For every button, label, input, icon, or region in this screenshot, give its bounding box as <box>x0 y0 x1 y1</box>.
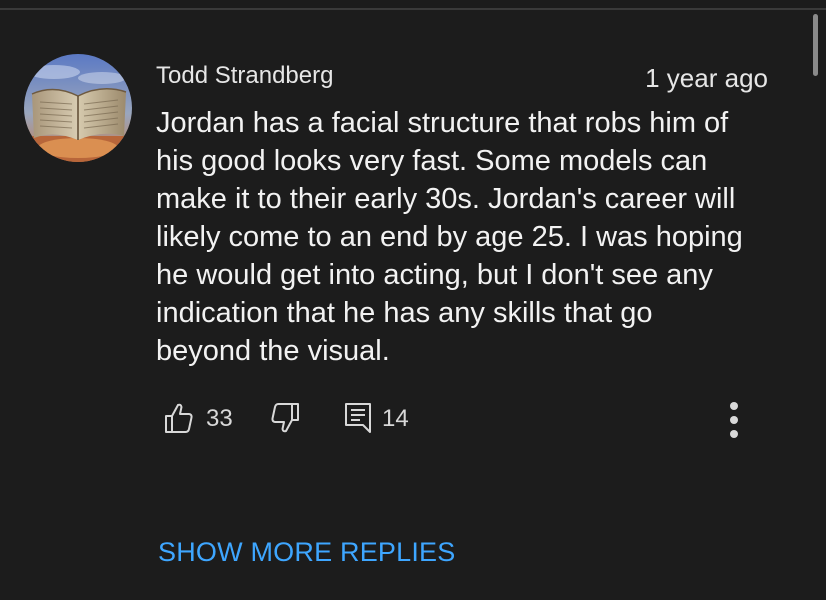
open-book-avatar-icon <box>24 54 132 162</box>
avatar[interactable] <box>24 54 132 162</box>
comment-text-line: Jordan has a facial structure that robs … <box>156 107 729 139</box>
comment-timestamp[interactable]: 1 year ago <box>645 62 768 94</box>
show-more-replies-link[interactable]: SHOW MORE REPLIES <box>158 534 455 570</box>
dislike-button[interactable] <box>270 398 302 440</box>
more-dot <box>730 416 738 424</box>
comment-text-line: beyond the visual. <box>156 335 390 367</box>
comment-author[interactable]: Todd Strandberg <box>156 60 333 92</box>
comment-icon <box>345 403 371 433</box>
comment-text: Jordan has a facial structure that robs … <box>156 104 786 370</box>
like-button[interactable]: 33 <box>164 398 240 440</box>
comment-text-line: make it to their early 30s. Jordan's car… <box>156 183 736 215</box>
comment-text-line: likely come to an end by age 25. I was h… <box>156 221 743 253</box>
more-dot <box>730 430 738 438</box>
reply-count: 14 <box>382 405 409 432</box>
thumbs-down-icon <box>271 403 299 433</box>
reply-button[interactable]: 14 <box>344 398 414 440</box>
scrollbar-thumb[interactable] <box>813 14 818 76</box>
thumbs-up-icon <box>165 403 193 433</box>
like-count: 33 <box>206 405 233 432</box>
more-dot <box>730 402 738 410</box>
more-vertical-icon[interactable] <box>722 402 746 442</box>
top-divider <box>0 8 826 10</box>
comment-text-line: his good looks very fast. Some models ca… <box>156 145 708 177</box>
comment-text-line: he would get into acting, but I don't se… <box>156 259 713 291</box>
comment-text-line: indication that he has any skills that g… <box>156 297 653 329</box>
